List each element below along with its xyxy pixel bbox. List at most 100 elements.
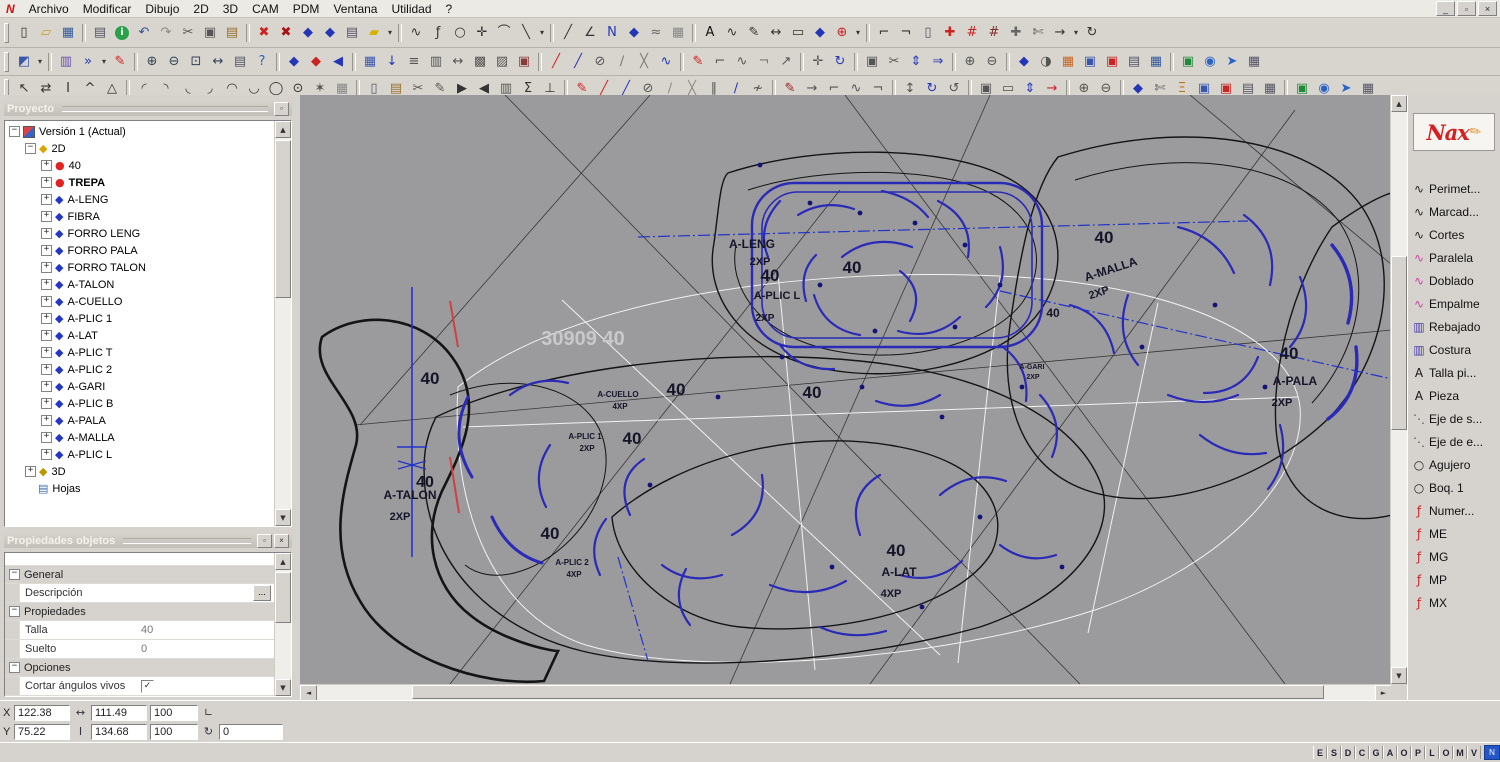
delete-cell-button[interactable]: ▣ bbox=[513, 52, 535, 72]
width-field[interactable] bbox=[91, 704, 147, 721]
scroll-left-button[interactable]: ◄ bbox=[300, 685, 317, 701]
grid-orange-button[interactable]: ▦ bbox=[1057, 52, 1079, 72]
tree-item-forro-leng[interactable]: + ◆ FORRO LENG bbox=[5, 225, 274, 242]
zoom-out-button[interactable]: ⊖ bbox=[163, 52, 185, 72]
cut-line-button[interactable]: ∕ bbox=[611, 52, 633, 72]
tangent-line-button[interactable]: ╲ bbox=[515, 23, 537, 43]
scrollbar-thumb[interactable] bbox=[412, 685, 1325, 699]
tool-numer[interactable]: ƒ Numer... bbox=[1408, 499, 1500, 522]
app-green-button[interactable]: ▣ bbox=[1177, 52, 1199, 72]
mode-toggle-c-3[interactable]: C bbox=[1355, 746, 1369, 759]
scrollbar-thumb[interactable] bbox=[275, 572, 291, 624]
tool-mx[interactable]: ƒ MX bbox=[1408, 591, 1500, 614]
tool-boq-1[interactable]: ○ Boq. 1 bbox=[1408, 476, 1500, 499]
print-4-button[interactable]: ▤ bbox=[1123, 52, 1145, 72]
tree-item-a-cuello[interactable]: + ◆ A-CUELLO bbox=[5, 293, 274, 310]
scroll-up-button[interactable]: ▲ bbox=[1391, 95, 1407, 112]
tree-item-40[interactable]: + ● 40 bbox=[5, 157, 274, 174]
open-folder-button[interactable]: ▱ bbox=[35, 23, 57, 43]
rotation-field[interactable] bbox=[219, 723, 283, 740]
half-piece-button[interactable]: ◑ bbox=[1035, 52, 1057, 72]
tool-mp[interactable]: ƒ MP bbox=[1408, 568, 1500, 591]
menu-item-help[interactable]: ? bbox=[439, 1, 460, 17]
brush-red-button[interactable]: ✎ bbox=[109, 52, 131, 72]
swap-pieces-button[interactable]: ◆ bbox=[297, 23, 319, 43]
angle-icon[interactable]: ∟ bbox=[201, 706, 216, 719]
collapse-box[interactable]: − bbox=[9, 662, 20, 673]
expand-box[interactable]: + bbox=[41, 415, 52, 426]
collapse-box[interactable]: − bbox=[9, 569, 20, 580]
spline-button[interactable]: ∿ bbox=[405, 23, 427, 43]
menu-item-3d[interactable]: 3D bbox=[216, 1, 245, 17]
tool-talla-pi[interactable]: A Talla pi... bbox=[1408, 361, 1500, 384]
print-pieces-button[interactable]: ▤ bbox=[341, 23, 363, 43]
save-2-button[interactable]: ▦ bbox=[1145, 52, 1167, 72]
tree-item-a-plic-b[interactable]: + ◆ A-PLIC B bbox=[5, 395, 274, 412]
tree-item-a-talon[interactable]: + ◆ A-TALON bbox=[5, 276, 274, 293]
maximize-button[interactable]: ▫ bbox=[1457, 1, 1476, 16]
zoom-window-button[interactable]: ⊡ bbox=[185, 52, 207, 72]
rows-button[interactable]: ≡ bbox=[403, 52, 425, 72]
columns-button[interactable]: ▥ bbox=[425, 52, 447, 72]
rotate-icon[interactable]: ↻ bbox=[201, 725, 216, 738]
mode-toggle-v-11[interactable]: V bbox=[1467, 746, 1481, 759]
circle-button[interactable]: ○ bbox=[449, 23, 471, 43]
info-button[interactable]: i bbox=[115, 25, 129, 40]
properties-close-button[interactable]: × bbox=[274, 533, 289, 548]
select-diamond-button[interactable]: ◆ bbox=[623, 23, 645, 43]
select-filter-dropdown-button[interactable]: ▾ bbox=[35, 52, 45, 72]
collapse-box[interactable]: − bbox=[9, 606, 20, 617]
scroll-down-button[interactable]: ▼ bbox=[275, 679, 291, 696]
project-panel-titlebar[interactable]: Proyecto ▫ bbox=[4, 101, 292, 116]
send-button[interactable]: ➤ bbox=[1221, 52, 1243, 72]
tool-paralela[interactable]: ∿ Paralela bbox=[1408, 246, 1500, 269]
pen-style-button[interactable]: » bbox=[77, 52, 99, 72]
tool-cortes[interactable]: ∿ Cortes bbox=[1408, 223, 1500, 246]
tree-item-a-gari[interactable]: + ◆ A-GARI bbox=[5, 378, 274, 395]
tool-me[interactable]: ƒ ME bbox=[1408, 522, 1500, 545]
paste-button[interactable]: ▤ bbox=[221, 23, 243, 43]
scroll-right-button[interactable]: ► bbox=[1375, 685, 1392, 701]
tree-item-a-lat[interactable]: + ◆ A-LAT bbox=[5, 327, 274, 344]
measure-button[interactable]: ↔ bbox=[765, 23, 787, 43]
toolbar-grip[interactable] bbox=[4, 51, 9, 72]
ruler-button[interactable]: ↔ bbox=[207, 52, 229, 72]
tree-item-a-malla[interactable]: + ◆ A-MALLA bbox=[5, 429, 274, 446]
delete-piece-button[interactable]: ✖ bbox=[275, 23, 297, 43]
scrollbar-track[interactable] bbox=[275, 570, 291, 679]
property-row-talla[interactable]: Talla 40 bbox=[5, 621, 274, 640]
save-button[interactable]: ▦ bbox=[57, 23, 79, 43]
knife-blue-button[interactable]: ╱ bbox=[567, 52, 589, 72]
tool-pieza[interactable]: A Pieza bbox=[1408, 384, 1500, 407]
curve-dropdown-button[interactable]: ▾ bbox=[537, 23, 547, 43]
text-button[interactable]: A bbox=[699, 23, 721, 43]
property-row-cortar-ngulos-vivos[interactable]: Cortar ángulos vivos ✓ bbox=[5, 677, 274, 696]
new-document-button[interactable]: ▯ bbox=[13, 23, 35, 43]
expand-box[interactable]: + bbox=[41, 381, 52, 392]
menu-item-cam[interactable]: CAM bbox=[245, 1, 286, 17]
cut-cross-button[interactable]: ╳ bbox=[633, 52, 655, 72]
collapse-box[interactable]: − bbox=[25, 143, 36, 154]
category-propiedades[interactable]: − Propiedades bbox=[5, 603, 274, 621]
wave-button[interactable]: ≈ bbox=[645, 23, 667, 43]
scrollbar-thumb[interactable] bbox=[1391, 256, 1407, 431]
function-curve-button[interactable]: ƒ bbox=[427, 23, 449, 43]
tree-item-fibra[interactable]: + ◆ FIBRA bbox=[5, 208, 274, 225]
project-float-button[interactable]: ▫ bbox=[274, 101, 289, 116]
tree-item-a-pala[interactable]: + ◆ A-PALA bbox=[5, 412, 274, 429]
zoom-in-button[interactable]: ⊕ bbox=[141, 52, 163, 72]
cut-button[interactable]: ✂ bbox=[177, 23, 199, 43]
pen-style-dropdown-button[interactable]: ▾ bbox=[99, 52, 109, 72]
help-button[interactable]: ? bbox=[251, 52, 273, 72]
menu-item-dibujo[interactable]: Dibujo bbox=[138, 1, 186, 17]
pieces-blue-button[interactable]: ◆ bbox=[283, 52, 305, 72]
y-scale-field[interactable] bbox=[150, 723, 198, 740]
mode-toggle-e-0[interactable]: E bbox=[1313, 746, 1327, 759]
scrollbar-track[interactable] bbox=[275, 138, 291, 509]
category-opciones[interactable]: − Opciones bbox=[5, 659, 274, 677]
segment-button[interactable]: ╱ bbox=[557, 23, 579, 43]
expand-box[interactable]: + bbox=[41, 245, 52, 256]
expand-box[interactable]: + bbox=[41, 228, 52, 239]
grade-hash-2-button[interactable]: # bbox=[983, 23, 1005, 43]
knife-red-button[interactable]: ╱ bbox=[545, 52, 567, 72]
